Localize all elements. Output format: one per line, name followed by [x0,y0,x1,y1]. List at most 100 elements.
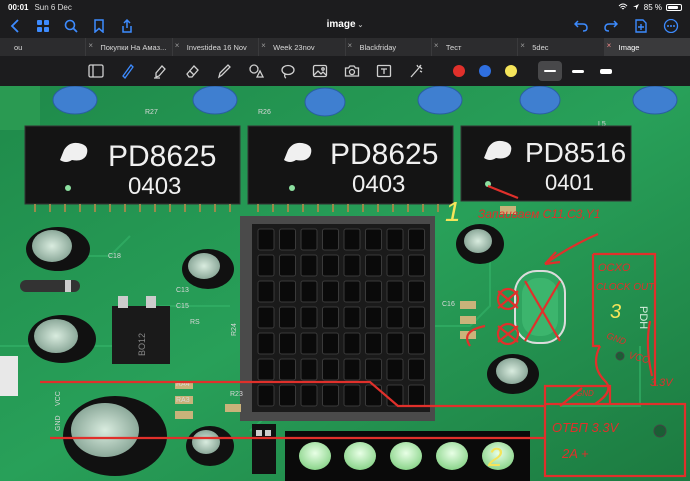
annotation-step-3: 3 [610,301,621,323]
search-icon[interactable] [62,17,80,35]
heatsink-fin [322,306,339,329]
tab-bar: ou × Покупки На Амаз... × Investidea 16 Nov ×… [0,38,690,56]
photo-canvas[interactable]: R27 R26 L5 PD8625 0403 PD8625 0403 PD851… [0,86,690,481]
share-icon[interactable] [118,17,136,35]
label-ra3: RA3 [176,397,190,404]
heatsink-fin [322,384,339,407]
back-chevron-icon[interactable] [6,17,24,35]
laser-pointer-icon[interactable] [404,59,428,83]
heatsink-fin [408,254,425,277]
heatsink-fin [365,228,382,251]
tab-4[interactable]: × Blackfriday [344,38,431,56]
tab-label: Тест [445,43,462,52]
chip3-brand: PD8516 [525,137,626,168]
annotation-ocxo: OCXO [598,262,631,274]
status-right: 85 % [618,3,682,12]
image-icon[interactable] [308,59,332,83]
stroke-sample [600,68,612,74]
sidebar-toggle-icon[interactable] [84,59,108,83]
heatsink-fin [386,332,404,355]
heatsink-fin [343,358,361,381]
tab-close-icon[interactable]: × [520,41,525,50]
heatsink-fin [322,332,339,355]
heatsink-fin [257,384,275,407]
stroke-sample [544,70,556,72]
label-r26: R26 [258,109,271,116]
wifi-icon [618,3,628,10]
heatsink-fin [365,306,382,329]
heatsink-fin [257,332,275,355]
circuit-board-photo: R27 R26 L5 PD8625 0403 PD8625 0403 PD851… [0,86,690,481]
heatsink-fin [279,254,296,277]
heatsink-fin [257,228,275,251]
shapes-icon[interactable] [244,59,268,83]
stroke-width-medium[interactable] [566,61,590,81]
document-title-text: image [326,19,356,30]
tab-close-icon[interactable]: × [175,41,180,50]
text-box-icon[interactable] [372,59,396,83]
heatsink-fin [257,280,275,303]
heatsink-fin [343,306,361,329]
status-time: 00:01 [8,2,29,12]
grid-icon[interactable] [34,17,52,35]
annotation-step-1-note: Запаиваем C11,C3,Y1 [478,207,600,221]
heatsink-fin [322,228,339,251]
tab-0[interactable]: ou [0,38,85,56]
tab-close-icon[interactable]: × [261,41,266,50]
eraser-icon[interactable] [180,59,204,83]
chip1-code: 0403 [128,173,181,200]
tab-close-icon[interactable]: × [348,41,353,50]
heatsink-fin [408,280,425,303]
annotation-toolbar [0,56,690,86]
tab-close-icon[interactable]: × [434,41,439,50]
pencil-icon[interactable] [212,59,236,83]
pen-icon[interactable] [116,59,140,83]
label-c15: C15 [176,303,189,310]
label-board-code: PDH [637,306,649,329]
heatsink-fin [300,254,318,277]
tab-label: Покупки На Амаз... [100,43,167,52]
stroke-width-thin[interactable] [538,61,562,81]
add-page-icon[interactable] [632,17,650,35]
lasso-icon[interactable] [276,59,300,83]
heatsink-fin [279,280,296,303]
tab-2[interactable]: × Investidea 16 Nov [171,38,258,56]
color-swatch-1[interactable] [479,65,491,77]
tab-label: Week 23nov [273,43,315,52]
tab-close-icon[interactable]: × [607,41,612,50]
stroke-width-thick[interactable] [594,61,618,81]
more-icon[interactable] [662,17,680,35]
heatsink-fin [365,254,382,277]
color-swatch-2[interactable] [505,65,517,77]
heatsink-fin [386,280,404,303]
undo-icon[interactable] [572,17,590,35]
heatsink-fin [408,332,425,355]
tab-7[interactable]: × Image [603,38,690,56]
nav-right-group [572,17,680,35]
color-swatch-0[interactable] [453,65,465,77]
tab-1[interactable]: × Покупки На Амаз... [85,38,171,56]
heatsink-fin [408,384,425,407]
redo-icon[interactable] [602,17,620,35]
highlighter-icon[interactable] [148,59,172,83]
bookmark-icon[interactable] [90,17,108,35]
annotation-step-2: 2 [487,442,503,472]
tab-5[interactable]: × Тест [430,38,517,56]
label-c13: C13 [176,287,189,294]
label-r23: R23 [230,391,243,398]
chevron-down-icon: ⌄ [357,22,364,29]
heatsink-fin [386,254,404,277]
heatsink-fin [322,358,339,381]
camera-icon[interactable] [340,59,364,83]
tab-3[interactable]: × Week 23nov [258,38,344,56]
tab-6[interactable]: × 5dec [517,38,603,56]
label-c18: C18 [108,253,121,260]
tab-close-icon[interactable]: × [88,41,93,50]
status-date: Sun 6 Dec [34,2,72,12]
annotation-step-1: 1 [445,196,461,227]
heatsink-fin [300,280,318,303]
heatsink-fin [408,358,425,381]
heatsink-fin [365,358,382,381]
tab-label: ou [14,43,23,52]
heatsink [240,216,435,421]
